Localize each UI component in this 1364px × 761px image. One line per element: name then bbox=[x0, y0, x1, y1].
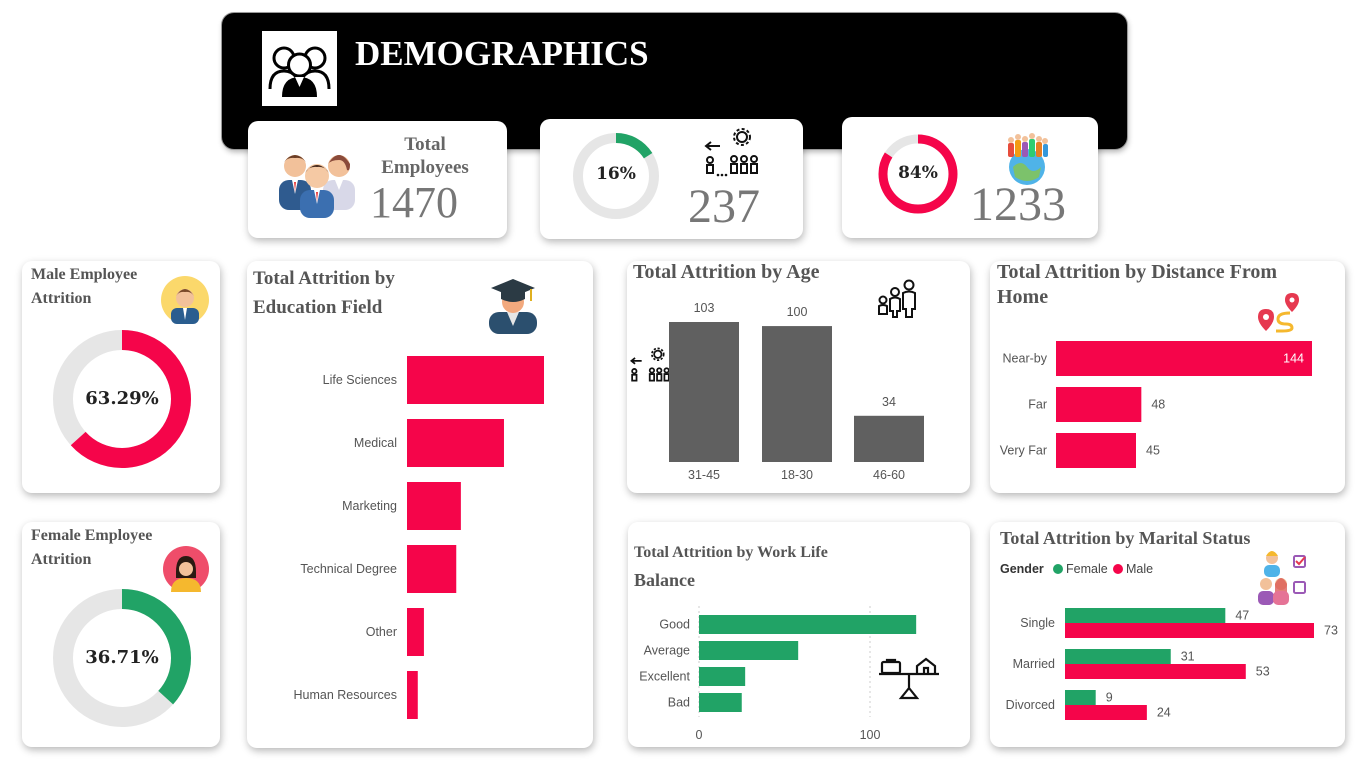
age-card: Total Attrition by Age 103 31-45 100 18-30 3… bbox=[627, 261, 970, 493]
education-card: Total Attrition by Education Field Life … bbox=[247, 261, 593, 748]
male-attrition-title-2: Attrition bbox=[31, 290, 92, 307]
marital-value-female-0: 47 bbox=[1235, 609, 1249, 623]
worklife-card: Total Attrition by Work Life Balance 0 10… bbox=[628, 522, 970, 747]
education-label-3: Technical Degree bbox=[300, 562, 397, 576]
marital-bar-male-2 bbox=[1065, 705, 1147, 720]
worklife-bar-0 bbox=[699, 615, 917, 634]
worklife-label-0: Good bbox=[659, 618, 690, 632]
age-bar-1 bbox=[762, 326, 832, 462]
distance-bar-0 bbox=[1056, 341, 1312, 376]
education-label-5: Human Resources bbox=[293, 688, 397, 702]
employees-icon bbox=[279, 155, 355, 218]
kpi-retained-percent: 84% bbox=[898, 163, 938, 183]
worklife-chart: 0 100 Good Average Excellent Bad bbox=[639, 606, 917, 742]
marital-bar-female-1 bbox=[1065, 649, 1171, 664]
distance-bar-2 bbox=[1056, 433, 1136, 468]
male-attrition-card: Male Employee Attrition 63.29% bbox=[22, 261, 220, 493]
education-bar-0 bbox=[407, 356, 544, 404]
kpi-retained-value: 1233 bbox=[970, 178, 1066, 231]
female-attrition-value: 36.71% bbox=[85, 647, 159, 668]
marital-bar-female-0 bbox=[1065, 608, 1226, 623]
people-group-icon bbox=[268, 46, 331, 97]
marital-value-male-0: 73 bbox=[1324, 624, 1338, 638]
education-title-1: Total Attrition by bbox=[253, 268, 395, 289]
worklife-xtick-1: 100 bbox=[860, 728, 881, 742]
age-label-0: 31-45 bbox=[688, 468, 720, 482]
education-label-2: Marketing bbox=[342, 499, 397, 513]
worklife-label-3: Bad bbox=[668, 696, 690, 710]
education-label-4: Other bbox=[366, 625, 397, 639]
education-label-1: Medical bbox=[354, 436, 397, 450]
marital-card: Total Attrition by Marital Status Gender… bbox=[990, 522, 1345, 747]
distance-label-0: Near-by bbox=[1003, 352, 1048, 366]
kpi-attrition-value: 237 bbox=[688, 180, 760, 233]
education-bar-1 bbox=[407, 419, 504, 467]
worklife-bar-2 bbox=[699, 667, 746, 686]
kpi-total-employees: Total Employees 1470 bbox=[248, 121, 507, 238]
distance-bar-1 bbox=[1056, 387, 1142, 422]
leaving-employees-icon bbox=[704, 128, 758, 177]
marital-label-1: Married bbox=[1013, 657, 1055, 671]
age-value-2: 34 bbox=[882, 395, 896, 409]
education-label-0: Life Sciences bbox=[323, 373, 397, 387]
age-value-0: 103 bbox=[694, 301, 715, 315]
marital-value-female-1: 31 bbox=[1181, 650, 1195, 664]
female-attrition-title-1: Female Employee bbox=[31, 527, 153, 544]
worklife-label-1: Average bbox=[644, 644, 690, 658]
distance-label-1: Far bbox=[1028, 398, 1047, 412]
marital-value-female-2: 9 bbox=[1106, 691, 1113, 705]
education-bar-3 bbox=[407, 545, 457, 593]
age-chart: 103 31-45 100 18-30 34 46-60 bbox=[669, 301, 924, 482]
marital-bar-male-0 bbox=[1065, 623, 1314, 638]
education-title-2: Education Field bbox=[253, 297, 383, 318]
female-attrition-title-2: Attrition bbox=[31, 551, 92, 568]
kpi-attrition: 16% 237 bbox=[540, 119, 803, 239]
kpi-total-value: 1470 bbox=[370, 178, 458, 227]
distance-label-2: Very Far bbox=[1000, 444, 1047, 458]
marital-chart: Single 47 73 Married 31 53 Divorced 9 24 bbox=[1006, 608, 1338, 720]
worklife-bar-3 bbox=[699, 693, 742, 712]
marital-label-2: Divorced bbox=[1006, 698, 1055, 712]
distance-value-1: 48 bbox=[1151, 398, 1165, 412]
age-bar-0 bbox=[669, 322, 739, 462]
worklife-xtick-0: 0 bbox=[696, 728, 703, 742]
female-attrition-card: Female Employee Attrition 36.71% bbox=[22, 522, 220, 747]
kpi-retained: 84% 1233 bbox=[842, 117, 1098, 238]
worklife-label-2: Excellent bbox=[639, 670, 690, 684]
worklife-bar-1 bbox=[699, 641, 799, 660]
graduate-icon bbox=[489, 279, 537, 334]
age-value-1: 100 bbox=[787, 305, 808, 319]
distance-card: Total Attrition by Distance From Home Ne… bbox=[990, 261, 1345, 493]
distance-chart: Near-by 144 Far 48 Very Far 45 bbox=[1000, 341, 1312, 468]
page-title: DEMOGRAPHICS bbox=[355, 34, 649, 73]
marital-value-male-2: 24 bbox=[1157, 706, 1171, 720]
marital-value-male-1: 53 bbox=[1256, 665, 1270, 679]
marital-bar-female-2 bbox=[1065, 690, 1096, 705]
age-label-1: 18-30 bbox=[781, 468, 813, 482]
distance-value-2: 45 bbox=[1146, 444, 1160, 458]
education-bar-5 bbox=[407, 671, 418, 719]
education-bar-2 bbox=[407, 482, 461, 530]
distance-value-0: 144 bbox=[1283, 352, 1304, 366]
male-attrition-value: 63.29% bbox=[85, 388, 159, 409]
male-avatar-icon bbox=[161, 276, 209, 324]
education-bar-4 bbox=[407, 608, 424, 656]
marital-bar-male-1 bbox=[1065, 664, 1246, 679]
kpi-attrition-percent: 16% bbox=[596, 164, 636, 184]
kpi-total-label: Total Employees bbox=[381, 134, 469, 178]
education-chart: Life Sciences Medical Marketing Technical D… bbox=[293, 356, 544, 719]
marital-label-0: Single bbox=[1020, 616, 1055, 630]
male-attrition-title-1: Male Employee bbox=[31, 266, 138, 283]
age-bar-2 bbox=[854, 415, 924, 462]
header-icon-box bbox=[262, 31, 337, 106]
age-label-2: 46-60 bbox=[873, 468, 905, 482]
